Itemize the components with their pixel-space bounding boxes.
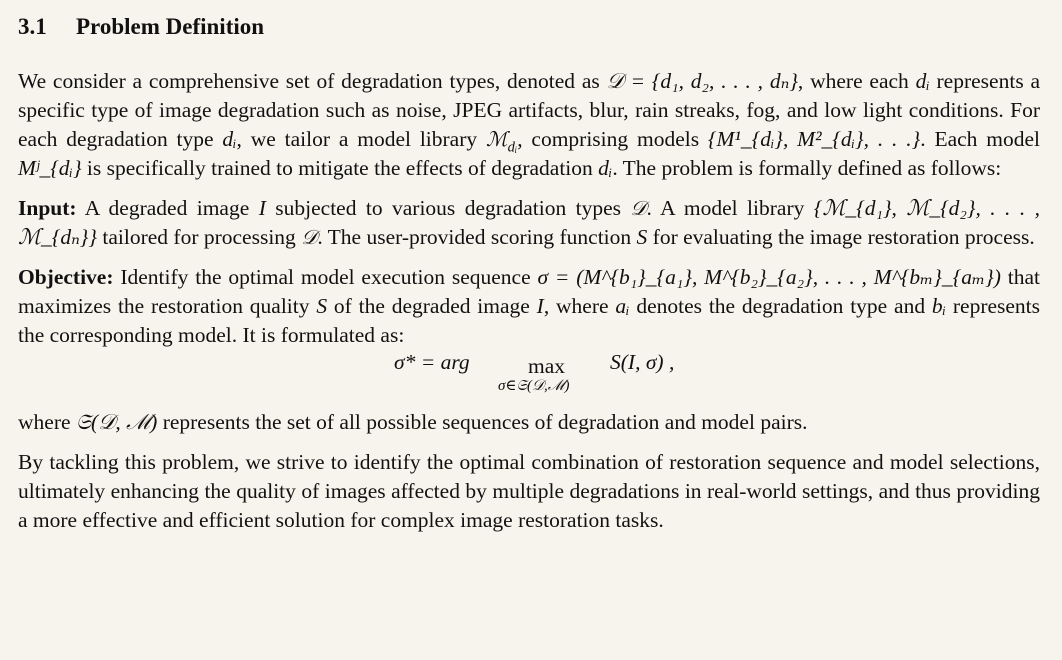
math-bi: bᵢ — [931, 294, 947, 318]
text: Identify the optimal model execution seq… — [113, 265, 538, 289]
math-library: ℳ — [485, 127, 508, 151]
math-sequence-set: 𝔖(𝒟, ℳ) — [75, 410, 158, 434]
text: , comprising models — [517, 127, 708, 151]
equation-subscript: σ∈𝔖(𝒟,ℳ) — [498, 378, 570, 394]
paragraph-where: where 𝔖(𝒟, ℳ) represents the set of all … — [18, 408, 1040, 437]
text: , where — [543, 294, 616, 318]
text: . The user-provided scoring function — [317, 225, 637, 249]
paragraph-objective: Objective: Identify the optimal model ex… — [18, 263, 1040, 350]
math-d: 𝒟 — [630, 196, 647, 220]
math-ai: aᵢ — [615, 294, 630, 318]
text: . Each model — [920, 127, 1040, 151]
text: . A model library — [646, 196, 814, 220]
math-d: 𝒟 — [301, 225, 318, 249]
text: subjected to various degradation types — [265, 196, 631, 220]
math-sigma: σ = (M^{b₁}_{a₁}, M^{b₂}_{a₂}, . . . , M… — [537, 265, 1001, 289]
math-di: dᵢ — [222, 127, 237, 151]
section-number: 3.1 — [18, 14, 47, 39]
math-i: I — [258, 196, 266, 220]
text: , we tailor a model library — [236, 127, 486, 151]
text: for evaluating the image restoration pro… — [647, 225, 1035, 249]
math-models: {M¹_{dᵢ}, M²_{dᵢ}, . . .} — [707, 127, 921, 151]
text: We consider a comprehensive set of degra… — [18, 69, 607, 93]
section-heading: 3.1 Problem Definition — [18, 10, 1040, 44]
equation-block: σ* = arg max σ∈𝔖(𝒟,ℳ) S(I, σ) , — [18, 350, 1040, 408]
text: , where each — [797, 69, 916, 93]
math-mj: Mʲ_{dᵢ} — [18, 156, 82, 180]
paragraph-closing: By tackling this problem, we strive to i… — [18, 450, 1040, 532]
text: A degraded image — [76, 196, 259, 220]
math-di: dᵢ — [598, 156, 613, 180]
text: is specifically trained to mitigate the … — [81, 156, 599, 180]
text: tailored for processing — [97, 225, 302, 249]
section-title: Problem Definition — [76, 14, 265, 39]
paragraph-intro: We consider a comprehensive set of degra… — [18, 67, 1040, 183]
math-s: S — [636, 225, 648, 249]
text: of the degraded image — [327, 294, 537, 318]
equation-rhs: S(I, σ) , — [610, 350, 675, 374]
math-s: S — [316, 294, 328, 318]
math-di: dᵢ — [915, 69, 930, 93]
paragraph-input: Input: A degraded image I subjected to v… — [18, 194, 1040, 252]
paper-page: 3.1 Problem Definition We consider a comp… — [0, 0, 1062, 660]
equation-lhs: σ* = arg — [394, 350, 470, 374]
math-sub: dᵢ — [507, 139, 518, 156]
text: . The problem is formally defined as fol… — [612, 156, 1002, 180]
text: represents the set of all possible seque… — [157, 410, 808, 434]
input-label: Input: — [18, 196, 77, 220]
objective-label: Objective: — [18, 265, 114, 289]
math-set-d: 𝒟 = {d₁, d₂, . . . , dₙ} — [606, 69, 798, 93]
text: where — [18, 410, 76, 434]
text: denotes the degradation type and — [629, 294, 932, 318]
math-i: I — [536, 294, 544, 318]
